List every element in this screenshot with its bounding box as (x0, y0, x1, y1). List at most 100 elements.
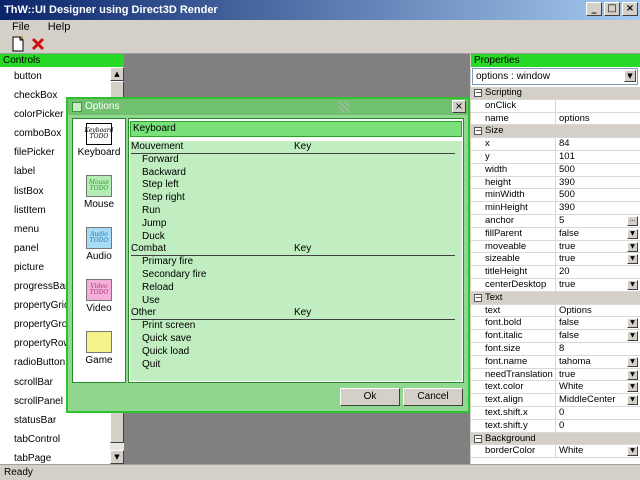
key-binding-row[interactable]: Quit (130, 359, 462, 372)
property-value[interactable]: Options (559, 305, 627, 317)
control-item-tabpage[interactable]: tabPage (0, 449, 108, 464)
property-value[interactable]: 84 (559, 138, 627, 150)
property-row[interactable]: width 500 (471, 163, 640, 177)
ok-button[interactable]: Ok (340, 388, 400, 406)
chevron-down-icon[interactable]: ▼ (627, 395, 638, 406)
menu-help[interactable]: Help (36, 20, 77, 34)
property-value[interactable]: tahoma (559, 356, 627, 368)
key-binding-row[interactable]: Quick load (130, 346, 462, 359)
property-category[interactable]: − Size (471, 125, 640, 139)
property-value[interactable]: 390 (559, 202, 627, 214)
chevron-down-icon[interactable]: ▼ (627, 228, 638, 239)
property-row[interactable]: text.color White ▼ (471, 381, 640, 395)
chevron-down-icon[interactable]: ▼ (627, 446, 638, 457)
property-row[interactable]: font.bold false ▼ (471, 317, 640, 331)
property-row[interactable]: text Options (471, 304, 640, 318)
control-item-tabcontrol[interactable]: tabControl (0, 430, 108, 449)
property-row[interactable]: font.size 8 (471, 342, 640, 356)
cancel-button[interactable]: Cancel (403, 388, 463, 406)
property-value[interactable]: true (559, 369, 627, 381)
property-row[interactable]: needTranslation true ▼ (471, 368, 640, 382)
property-value[interactable]: 5 (559, 215, 627, 227)
property-row[interactable]: sizeable true ▼ (471, 253, 640, 267)
property-row[interactable]: text.shift.x 0 (471, 406, 640, 420)
control-item-statusbar[interactable]: statusBar (0, 411, 108, 430)
property-row[interactable]: minWidth 500 (471, 189, 640, 203)
property-value[interactable]: MiddleCenter (559, 394, 627, 406)
property-row[interactable]: text.shift.y 0 (471, 419, 640, 433)
window-titlebar[interactable]: ThW::UI Designer using Direct3D Render _… (0, 0, 640, 20)
property-value[interactable]: White (559, 381, 627, 393)
key-binding-row[interactable]: Primary fire (130, 256, 462, 269)
minimize-button[interactable]: _ (586, 2, 602, 16)
key-binding-row[interactable]: Run (130, 205, 462, 218)
collapse-icon[interactable]: − (474, 293, 482, 302)
property-row[interactable]: anchor 5... (471, 214, 640, 228)
property-row[interactable]: height 390 (471, 176, 640, 190)
property-row[interactable]: x 84 (471, 138, 640, 151)
property-row[interactable]: name options (471, 112, 640, 126)
property-row[interactable]: minHeight 390 (471, 202, 640, 215)
key-binding-row[interactable]: Duck (130, 231, 462, 244)
key-binding-row[interactable]: Use (130, 295, 462, 308)
ellipsis-button[interactable]: ... (627, 215, 638, 226)
category-video[interactable]: Video TODO Video (73, 275, 125, 327)
property-value[interactable]: true (559, 241, 627, 253)
property-value[interactable]: 500 (559, 189, 627, 201)
property-row[interactable]: centerDesktop true ▼ (471, 278, 640, 292)
property-value[interactable]: 101 (559, 151, 627, 163)
key-binding-row[interactable]: Print screen (130, 320, 462, 333)
category-audio[interactable]: Audio TODO Audio (73, 223, 125, 275)
chevron-down-icon[interactable]: ▼ (627, 241, 638, 252)
move-grip-icon[interactable] (338, 101, 350, 113)
key-binding-row[interactable]: Secondary fire (130, 269, 462, 282)
category-game[interactable]: Game (73, 327, 125, 379)
dialog-titlebar[interactable]: Options × (68, 99, 468, 115)
property-value[interactable] (559, 100, 627, 112)
key-binding-row[interactable]: Step left (130, 179, 462, 192)
maximize-button[interactable]: □ (604, 2, 620, 16)
key-binding-row[interactable]: Forward (130, 154, 462, 167)
property-value[interactable]: 0 (559, 420, 627, 432)
property-row[interactable]: titleHeight 20 (471, 266, 640, 279)
chevron-down-icon[interactable]: ▼ (624, 70, 636, 82)
scroll-up-button[interactable]: ▲ (110, 67, 124, 81)
property-category[interactable]: − Scripting (471, 87, 640, 100)
collapse-icon[interactable]: − (474, 434, 482, 443)
chevron-down-icon[interactable]: ▼ (627, 318, 638, 329)
object-selector[interactable]: options : window ▼ (472, 68, 638, 85)
category-mouse[interactable]: Mouse TODO Mouse (73, 171, 125, 223)
property-value[interactable]: options (559, 113, 627, 125)
property-category[interactable]: − Text (471, 291, 640, 305)
dialog-close-button[interactable]: × (452, 100, 466, 113)
menu-file[interactable]: File (0, 20, 36, 34)
chevron-down-icon[interactable]: ▼ (627, 254, 638, 265)
close-button[interactable]: × (622, 2, 638, 16)
property-row[interactable]: onClick (471, 99, 640, 113)
key-binding-row[interactable]: Quick save (130, 333, 462, 346)
property-row[interactable]: fillParent false ▼ (471, 227, 640, 241)
property-value[interactable]: false (559, 330, 627, 342)
scroll-down-button[interactable]: ▼ (110, 450, 124, 464)
category-keyboard[interactable]: Keyboard TODO Keyboard (73, 119, 125, 171)
property-row[interactable]: borderColor White ▼ (471, 445, 640, 459)
key-binding-row[interactable]: Reload (130, 282, 462, 295)
key-binding-row[interactable]: Jump (130, 218, 462, 231)
property-value[interactable]: false (559, 317, 627, 329)
key-binding-row[interactable]: Backward (130, 167, 462, 180)
property-row[interactable]: moveable true ▼ (471, 240, 640, 254)
collapse-icon[interactable]: − (474, 127, 482, 136)
property-category[interactable]: − Background (471, 432, 640, 446)
property-row[interactable]: font.italic false ▼ (471, 330, 640, 343)
chevron-down-icon[interactable]: ▼ (627, 382, 638, 393)
control-item-button[interactable]: button (0, 67, 108, 86)
chevron-down-icon[interactable]: ▼ (627, 279, 638, 290)
property-value[interactable]: true (559, 253, 627, 265)
delete-button[interactable] (30, 36, 46, 52)
collapse-icon[interactable]: − (474, 89, 482, 97)
property-value[interactable]: 500 (559, 164, 627, 176)
chevron-down-icon[interactable]: ▼ (627, 331, 638, 342)
property-row[interactable]: y 101 (471, 150, 640, 164)
property-value[interactable]: true (559, 279, 627, 291)
property-row[interactable]: text.align MiddleCenter ▼ (471, 394, 640, 407)
